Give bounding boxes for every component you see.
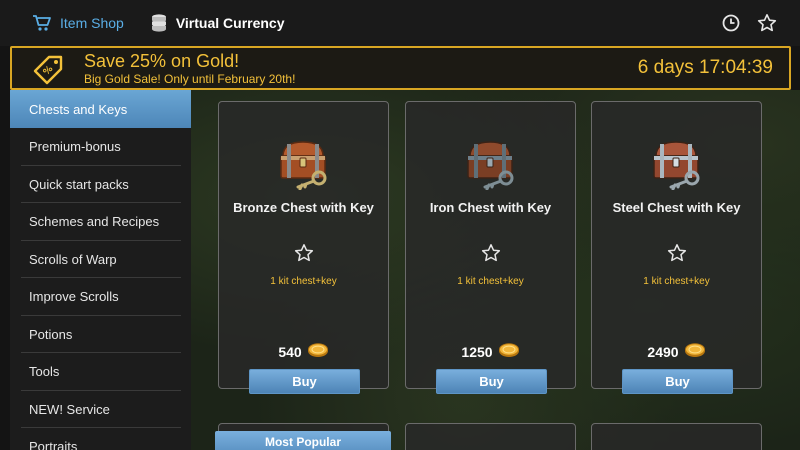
sidebar-item-label: Premium-bonus	[29, 139, 121, 155]
sidebar-item-label: Tools	[29, 364, 60, 380]
sidebar-item-tools[interactable]: Tools	[10, 353, 191, 391]
clock-icon[interactable]	[720, 12, 742, 34]
tab-item-shop[interactable]: Item Shop	[22, 0, 134, 46]
product-card-partial[interactable]	[405, 423, 576, 450]
sidebar-item-label: Chests and Keys	[29, 101, 128, 117]
iron-chest-icon	[462, 138, 520, 195]
sidebar-item-label: Schemes and Recipes	[29, 214, 160, 230]
banner-subtitle: Big Gold Sale! Only until February 20th!	[84, 72, 296, 86]
bronze-chest-icon	[275, 138, 333, 195]
tab-item-shop-label: Item Shop	[60, 15, 124, 31]
price-value: 2490	[647, 343, 679, 360]
discount-tag-icon: %	[32, 54, 64, 91]
favorite-star-icon[interactable]	[667, 243, 687, 268]
sale-countdown-timer: 6 days 17:04:39	[637, 57, 773, 78]
sidebar-item-improve-scrolls[interactable]: Improve Scrolls	[10, 278, 191, 316]
tab-virtual-currency[interactable]: Virtual Currency	[140, 0, 295, 46]
product-title: Steel Chest with Key	[612, 200, 741, 215]
product-title: Iron Chest with Key	[429, 200, 552, 215]
top-bar: Item Shop Virtual Currency	[0, 0, 800, 46]
sidebar-item-label: NEW! Service	[29, 401, 110, 417]
sale-banner[interactable]: % Save 25% on Gold! Big Gold Sale! Only …	[10, 46, 791, 90]
sidebar-item-scrolls-of-warp[interactable]: Scrolls of Warp	[10, 241, 191, 279]
buy-button[interactable]: Buy	[436, 369, 547, 394]
buy-button[interactable]: Buy	[622, 369, 733, 394]
product-card-steel-chest[interactable]: Steel Chest with Key 1 kit chest+key 249…	[591, 101, 762, 394]
gold-coin-icon	[684, 342, 706, 361]
buy-button[interactable]: Buy	[249, 369, 360, 394]
sidebar-item-label: Scrolls of Warp	[29, 251, 117, 267]
tab-virtual-currency-label: Virtual Currency	[175, 15, 285, 31]
banner-title: Save 25% on Gold!	[84, 51, 240, 71]
product-card-partial[interactable]	[591, 423, 762, 450]
category-sidebar: Chests and Keys Premium-bonus Quick star…	[10, 90, 191, 450]
sidebar-item-chests-and-keys[interactable]: Chests and Keys	[10, 90, 191, 128]
favorites-star-icon[interactable]	[756, 12, 778, 34]
sidebar-item-label: Improve Scrolls	[29, 289, 119, 305]
product-card-bronze-chest[interactable]: Bronze Chest with Key 1 kit chest+key 54…	[218, 101, 389, 394]
sidebar-item-quick-start-packs[interactable]: Quick start packs	[10, 166, 191, 204]
gold-coin-icon	[498, 342, 520, 361]
coins-stack-icon	[150, 13, 168, 33]
price-value: 1250	[461, 343, 493, 360]
most-popular-badge: Most Popular	[215, 431, 391, 450]
cart-icon	[32, 14, 52, 32]
sidebar-item-label: Quick start packs	[29, 176, 129, 192]
product-description: 1 kit chest+key	[643, 276, 710, 287]
product-title: Bronze Chest with Key	[233, 200, 374, 215]
product-price: 2490	[592, 342, 761, 361]
sidebar-item-label: Potions	[29, 326, 73, 342]
product-grid: Bronze Chest with Key 1 kit chest+key 54…	[191, 90, 800, 450]
gold-coin-icon	[307, 342, 329, 361]
sidebar-item-potions[interactable]: Potions	[10, 316, 191, 354]
price-value: 540	[278, 343, 302, 360]
product-price: 1250	[406, 342, 575, 361]
sidebar-item-premium-bonus[interactable]: Premium-bonus	[10, 128, 191, 166]
product-price: 540	[219, 342, 388, 361]
sidebar-item-schemes-and-recipes[interactable]: Schemes and Recipes	[10, 203, 191, 241]
favorite-star-icon[interactable]	[294, 243, 314, 268]
steel-chest-icon	[648, 138, 706, 195]
sidebar-item-new-service[interactable]: NEW! Service	[10, 391, 191, 429]
favorite-star-icon[interactable]	[481, 243, 501, 268]
product-description: 1 kit chest+key	[457, 276, 524, 287]
sidebar-item-portraits[interactable]: Portraits	[10, 428, 191, 450]
product-card-iron-chest[interactable]: Iron Chest with Key 1 kit chest+key 1250…	[405, 101, 576, 394]
sidebar-item-label: Portraits	[29, 439, 78, 450]
product-description: 1 kit chest+key	[270, 276, 337, 287]
